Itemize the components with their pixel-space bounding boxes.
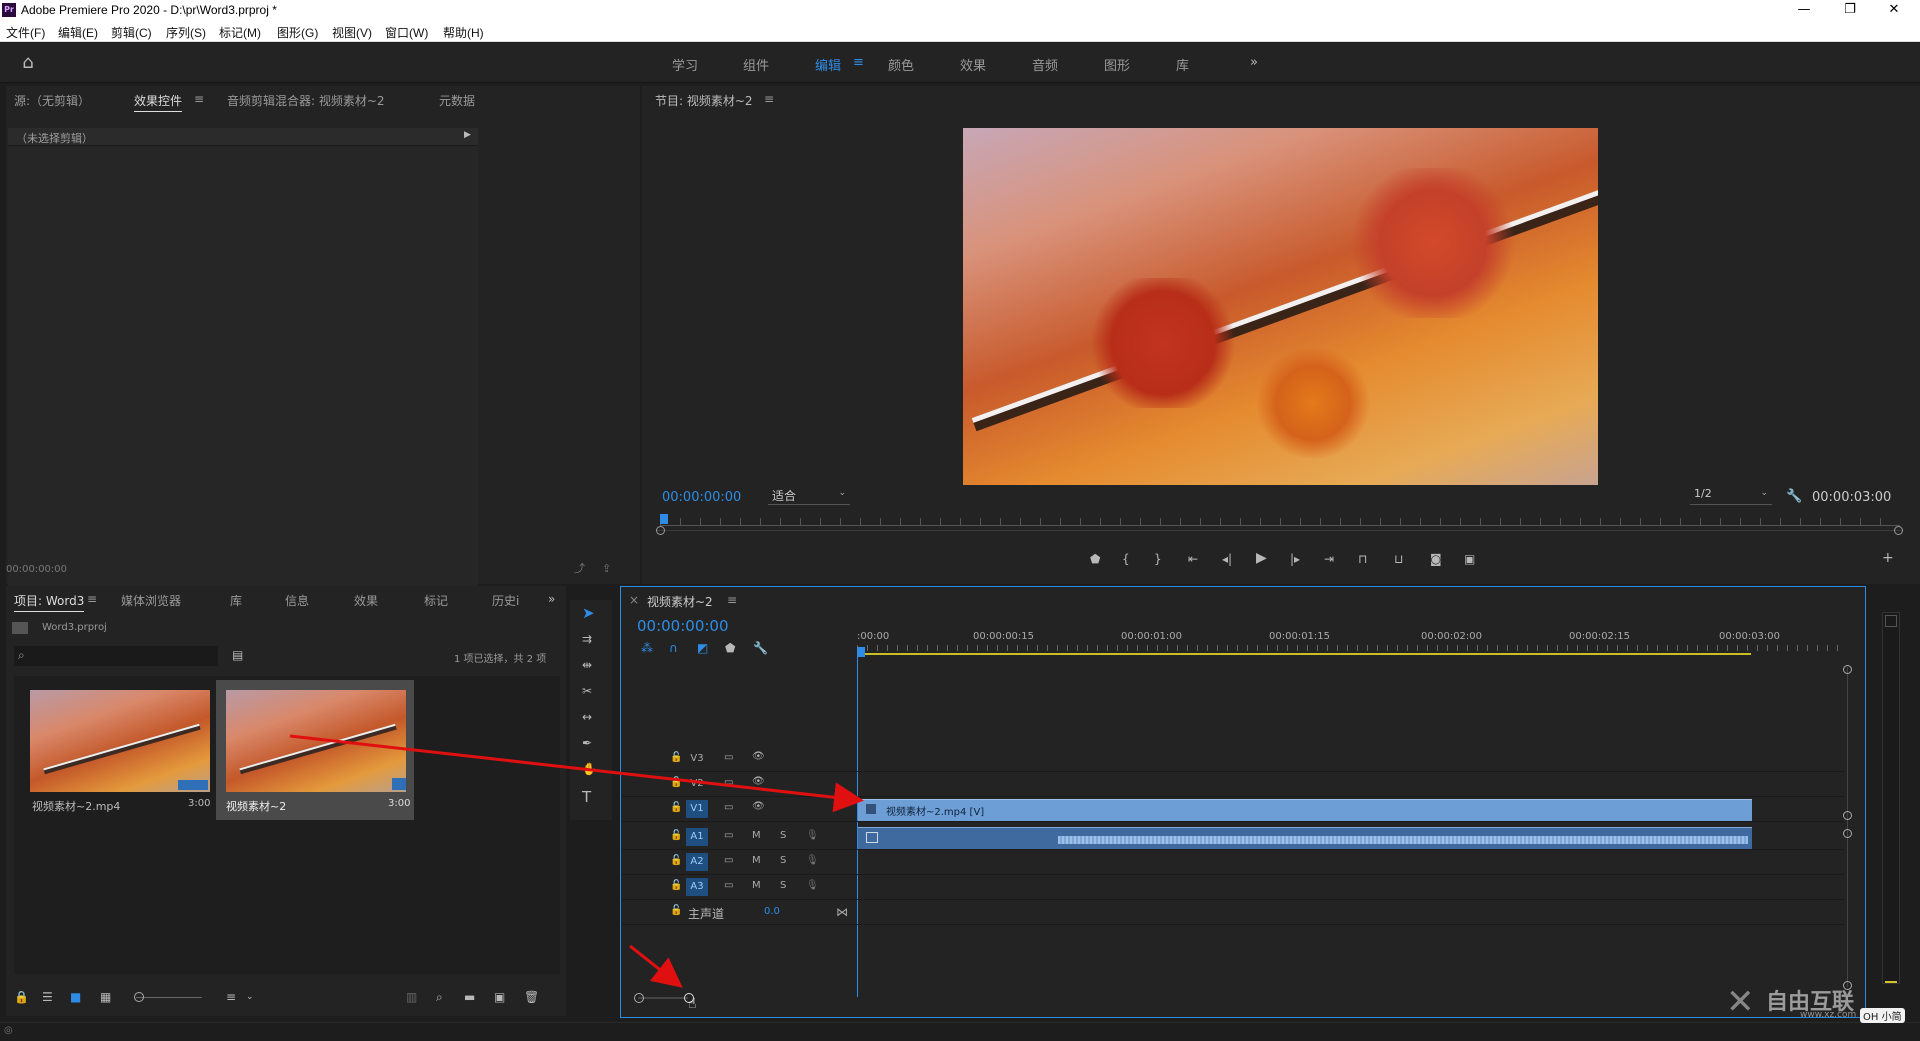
watermark-url: www.xz.com [1800, 1010, 1857, 1020]
status-icon: ◎ [4, 1025, 13, 1036]
watermark: ✕ 自由互联 www.xz.com OH 小简 [1720, 980, 1910, 1024]
drag-arrow [289, 734, 864, 813]
watermark-brand: OH 小简 [1860, 1008, 1905, 1023]
status-bar: ◎ [0, 1022, 1920, 1041]
zoom-arrow [629, 944, 683, 988]
watermark-x-icon: ✕ [1726, 982, 1755, 1022]
annotation-arrows [289, 734, 864, 988]
